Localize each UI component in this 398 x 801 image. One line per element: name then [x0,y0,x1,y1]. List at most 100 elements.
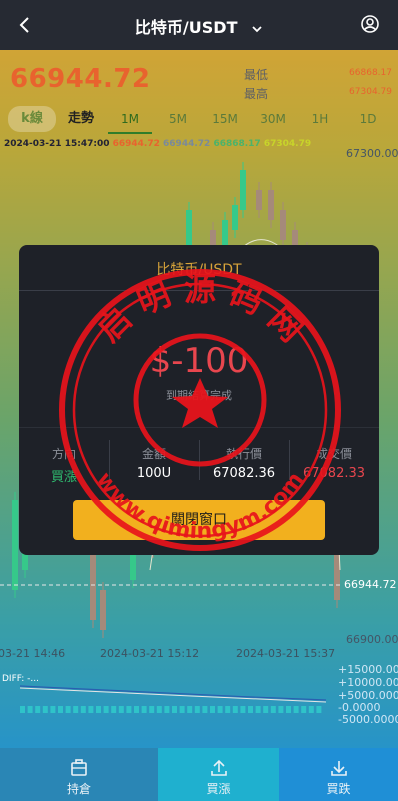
macd-bar [42,706,48,713]
macd-bar [111,706,117,713]
tab-15m[interactable]: 15M [206,106,244,132]
tab-1h[interactable]: 1H [302,106,338,132]
macd-bar [50,706,56,713]
stat-amount-value: 100U [136,466,172,481]
macd-bar [80,706,86,713]
macd-bar [232,706,238,713]
tab-5m[interactable]: 5M [160,106,196,132]
macd-bar [217,706,223,713]
candle-body [334,555,340,600]
macd-bar [172,706,177,713]
buy-down-button[interactable]: 買跌 [279,748,398,801]
symbol-selector[interactable]: 比特币/USDT [0,14,398,38]
candle-body [232,205,238,230]
dialog-title: 比特币/USDT [156,262,242,278]
positions-label: 持倉 [66,782,91,796]
macd-bar [126,706,132,713]
macd-bar [35,706,41,713]
macd-bar [58,706,63,713]
macd-bar [134,706,139,713]
axis-top-label: 67300.00 [346,147,398,160]
page-title: 比特币/USDT [134,18,238,37]
macd-bar [255,706,261,713]
candle-body [280,210,286,240]
ohlc-close: 67304.79 [263,139,312,149]
download-icon [330,761,347,776]
stat-deal-price: 成交價 67082.33 [289,445,379,481]
macd-bar [27,706,33,713]
tab-1d[interactable]: 1D [350,106,386,132]
current-price: 66944.72 [10,64,151,94]
macd-bar [270,706,276,713]
macd-bar [248,706,253,713]
macd-bar [88,706,94,713]
dialog-divider [19,290,379,291]
settlement-status: 到期結算完成 [166,389,232,402]
candle-body [240,170,246,210]
low-value: 66868.17 [349,68,392,78]
positions-button[interactable]: 持倉 [0,748,158,801]
macd-bar [103,706,109,713]
axis-current-label: 66944.72 [344,578,397,591]
stats-divider [19,427,379,428]
macd-bar [293,706,299,713]
ohlc-open: 66944.72 [112,139,160,149]
macd-bar [96,706,101,713]
macd-bar [73,706,79,713]
ohlc-low: 66868.17 [213,139,261,149]
ohlc-info: 2024-03-21 15:47:00 66944.72 66944.72 66… [4,139,311,149]
stat-exec-price-value: 67082.36 [212,466,276,481]
stat-deal-price-value: 67082.33 [302,466,366,481]
briefcase-icon [71,759,87,776]
candle-body [12,500,18,590]
macd-level-1: +15000.000 [338,663,398,676]
tab-1m[interactable]: 1M [108,106,152,134]
candle-body [256,190,262,210]
macd-bar [187,706,193,713]
close-window-button[interactable]: 關閉窗口 [73,500,325,540]
top-bar: 比特币/USDT [0,0,398,50]
buy-up-label: 買漲 [206,782,231,796]
tab-30m[interactable]: 30M [254,106,292,132]
settlement-dialog: 比特币/USDT $-100 到期結算完成 方向 買漲 金額 100U 執行價 … [19,245,379,555]
time-label-3: 2024-03-21 15:37 [236,647,336,660]
stat-exec-price-label: 執行價 [225,447,262,461]
macd-bar [316,706,322,713]
stat-direction-value: 買漲 [50,470,77,485]
chevron-down-icon [252,25,262,32]
buy-up-button[interactable]: 買漲 [158,748,279,801]
macd-level-2: +10000.000 [338,676,398,689]
macd-bar [225,706,231,713]
low-label: 最低 [244,68,269,82]
tab-trend[interactable]: 走勢 [62,106,100,132]
macd-bar [210,706,215,713]
macd-bar [141,706,147,713]
high-label: 最高 [244,87,269,101]
macd-bar [240,706,246,713]
bottom-nav: 持倉 買漲 買跌 [0,748,398,801]
macd-bar [194,706,200,713]
interval-tabs: k線 走勢 1M 5M 15M 30M 1H 1D [0,106,398,134]
candle-body [268,190,274,220]
stat-direction-label: 方向 [51,447,76,461]
macd-histogram [20,706,322,713]
macd-bar [286,706,291,713]
upload-icon [210,759,227,776]
stat-amount-label: 金額 [141,447,166,461]
macd-bar [179,706,185,713]
ohlc-time: 2024-03-21 15:47:00 [4,139,110,149]
macd-bar [278,706,284,713]
user-circle-icon[interactable] [360,14,380,34]
macd-bar [65,706,71,713]
macd-bar [202,706,208,713]
stat-direction: 方向 買漲 [19,445,109,485]
macd-bar [149,706,155,713]
tab-kline[interactable]: k線 [8,106,56,132]
stat-deal-price-label: 成交價 [315,447,352,461]
profit-amount: $-100 [149,341,249,381]
macd-bar [118,706,124,713]
high-value: 67304.79 [349,87,392,97]
macd-bar [156,706,162,713]
macd-bar [164,706,170,713]
dashed-price-line [0,584,340,586]
